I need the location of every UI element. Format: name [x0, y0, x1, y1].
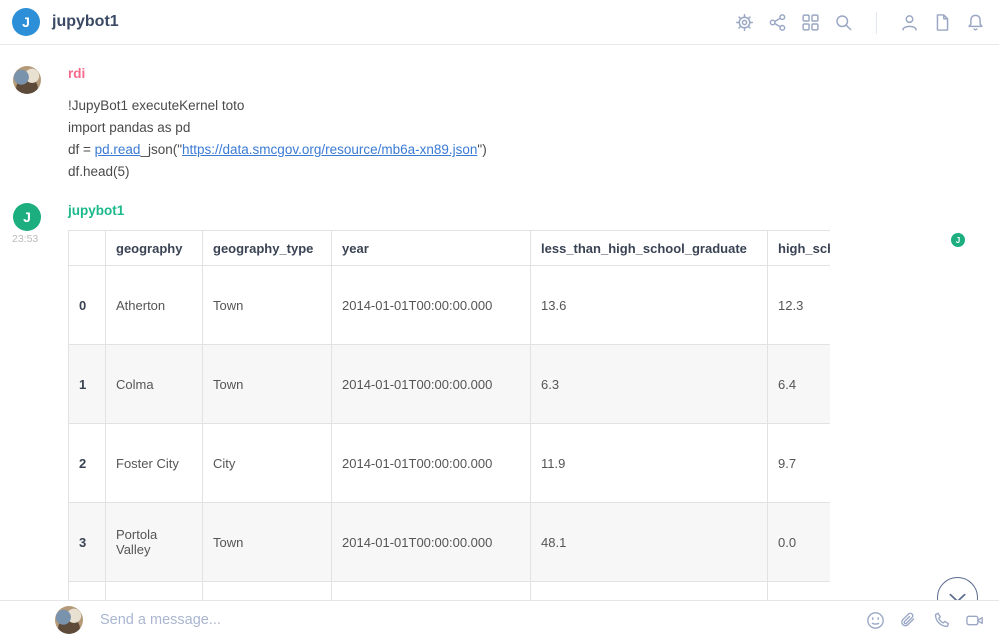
table-header-cell: high_school_graduate: [768, 231, 831, 266]
table-cell: 48.1: [531, 503, 768, 582]
table-cell: [332, 582, 531, 601]
table-cell: [106, 582, 203, 601]
attach-paperclip-icon[interactable]: [898, 610, 919, 631]
table-row: 2Foster CityCity2014-01-01T00:00:00.0001…: [69, 424, 831, 503]
table-index-cell: 3: [69, 503, 106, 582]
video-call-camera-icon[interactable]: [964, 610, 985, 631]
table-row: [69, 582, 831, 601]
table-cell: 9.7: [768, 424, 831, 503]
dataframe-table-container: geographygeography_typeyearless_than_hig…: [68, 230, 830, 600]
search-icon[interactable]: [833, 12, 854, 33]
channel-header: J jupybot1: [0, 0, 999, 45]
table-cell: 6.3: [531, 345, 768, 424]
message-list: rdi !JupyBot1 executeKernel toto import …: [0, 45, 999, 600]
header-actions: [734, 0, 986, 45]
apps-grid-icon[interactable]: [800, 12, 821, 33]
bot-avatar[interactable]: J: [13, 203, 41, 231]
table-cell: Foster City: [106, 424, 203, 503]
channel-avatar[interactable]: J: [12, 8, 40, 36]
message-line: !JupyBot1 executeKernel toto: [68, 95, 999, 117]
table-index-cell: 0: [69, 266, 106, 345]
table-header-cell: year: [332, 231, 531, 266]
table-index-cell: [69, 582, 106, 601]
table-cell: [768, 582, 831, 601]
table-cell: Portola Valley: [106, 503, 203, 582]
message-bot: J 23:53 jupybot1 geographygeography_type…: [0, 203, 999, 600]
table-cell: City: [203, 424, 332, 503]
emoji-icon[interactable]: [865, 610, 886, 631]
files-icon[interactable]: [932, 12, 953, 33]
message-author[interactable]: rdi: [68, 66, 999, 82]
table-header-cell: [69, 231, 106, 266]
share-icon[interactable]: [767, 12, 788, 33]
table-row: 0AthertonTown2014-01-01T00:00:00.00013.6…: [69, 266, 831, 345]
jump-to-bottom-button[interactable]: [937, 577, 978, 600]
chevron-down-icon: [938, 577, 977, 600]
table-cell: Town: [203, 503, 332, 582]
table-row: 3Portola ValleyTown2014-01-01T00:00:00.0…: [69, 503, 831, 582]
message-input[interactable]: [100, 612, 865, 628]
message-line: import pandas as pd: [68, 117, 999, 139]
channel-title: jupybot1: [52, 13, 119, 31]
table-cell: 2014-01-01T00:00:00.000: [332, 345, 531, 424]
table-cell: Town: [203, 266, 332, 345]
composer-actions: [865, 610, 985, 631]
table-cell: Atherton: [106, 266, 203, 345]
code-text: df =: [68, 142, 95, 157]
message-author[interactable]: jupybot1: [68, 203, 999, 219]
table-cell: 2014-01-01T00:00:00.000: [332, 266, 531, 345]
table-cell: 11.9: [531, 424, 768, 503]
message-timestamp: 23:53: [12, 233, 38, 245]
table-cell: Town: [203, 345, 332, 424]
table-cell: 13.6: [531, 266, 768, 345]
code-link-pd-read[interactable]: pd.read: [95, 142, 141, 157]
code-text: "): [477, 142, 486, 157]
message-user: rdi !JupyBot1 executeKernel toto import …: [0, 66, 999, 183]
bot-presence-badge: J: [951, 233, 965, 247]
table-cell: 2014-01-01T00:00:00.000: [332, 503, 531, 582]
voice-call-phone-icon[interactable]: [931, 610, 952, 631]
table-cell: [203, 582, 332, 601]
message-line-code: df = pd.read_json("https://data.smcgov.o…: [68, 139, 999, 161]
settings-icon[interactable]: [734, 12, 755, 33]
code-link-url[interactable]: https://data.smcgov.org/resource/mb6a-xn…: [182, 142, 477, 157]
table-row: 1ColmaTown2014-01-01T00:00:00.0006.36.4: [69, 345, 831, 424]
members-icon[interactable]: [899, 12, 920, 33]
header-divider: [876, 12, 877, 34]
table-header-cell: geography: [106, 231, 203, 266]
table-header-cell: less_than_high_school_graduate: [531, 231, 768, 266]
dataframe-table: geographygeography_typeyearless_than_hig…: [68, 230, 830, 600]
message-composer: [0, 600, 999, 639]
table-cell: 0.0: [768, 503, 831, 582]
table-cell: 2014-01-01T00:00:00.000: [332, 424, 531, 503]
message-body: !JupyBot1 executeKernel toto import pand…: [68, 95, 999, 183]
code-text: _json(": [140, 142, 182, 157]
table-header-cell: geography_type: [203, 231, 332, 266]
message-line: df.head(5): [68, 161, 999, 183]
composer-user-avatar[interactable]: [55, 606, 83, 634]
table-header-row: geographygeography_typeyearless_than_hig…: [69, 231, 831, 266]
table-index-cell: 1: [69, 345, 106, 424]
table-cell: 12.3: [768, 266, 831, 345]
table-index-cell: 2: [69, 424, 106, 503]
table-cell: [531, 582, 768, 601]
notifications-bell-icon[interactable]: [965, 12, 986, 33]
user-avatar[interactable]: [13, 66, 41, 94]
table-cell: Colma: [106, 345, 203, 424]
table-cell: 6.4: [768, 345, 831, 424]
